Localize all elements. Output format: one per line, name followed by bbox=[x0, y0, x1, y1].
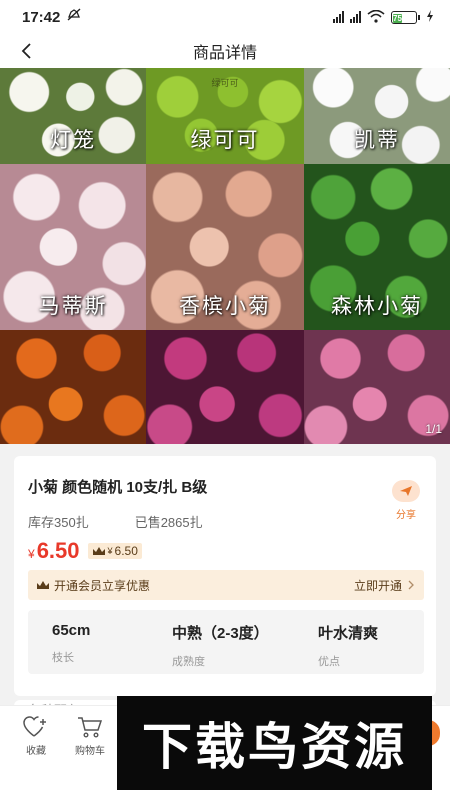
status-bar: 17:42 75 bbox=[0, 0, 450, 34]
battery-icon: 75 bbox=[391, 10, 420, 24]
gallery-tile-forest: 森林小菊 bbox=[304, 164, 450, 330]
hd-signal-icon bbox=[333, 11, 344, 23]
watermark-text: 下载鸟资源 bbox=[142, 718, 407, 776]
crown-icon bbox=[37, 581, 49, 589]
open-membership-link[interactable]: 立即开通 bbox=[354, 577, 414, 594]
gallery-tile-label: 森林小菊 bbox=[331, 294, 423, 318]
gallery-tile-magenta bbox=[146, 330, 304, 444]
mute-icon bbox=[66, 7, 82, 27]
wifi-icon bbox=[367, 9, 385, 25]
cart-button[interactable]: 购物车 bbox=[70, 716, 110, 757]
back-arrow-icon bbox=[21, 43, 31, 59]
attribute-advantage: 叶水清爽 优点 bbox=[278, 610, 424, 674]
watermark-overlay: 下载鸟资源 bbox=[117, 696, 432, 790]
gallery-tile-lantern: 灯笼 bbox=[0, 68, 146, 164]
nav-bar: 商品详情 bbox=[0, 34, 450, 68]
status-time: 17:42 bbox=[22, 8, 61, 26]
attribute-value: 叶水清爽 bbox=[318, 625, 379, 642]
member-banner-text: 开通会员立享优惠 bbox=[54, 578, 151, 593]
share-icon bbox=[392, 480, 420, 502]
gallery-tile-tag: 绿可可 bbox=[211, 78, 239, 88]
gallery-tile-katie: 凯蒂 bbox=[304, 68, 450, 164]
gallery-tile-pink: 1/1 bbox=[304, 330, 450, 444]
gallery-tile-label: 香槟小菊 bbox=[179, 294, 271, 318]
product-attributes: 65cm 枝长 中熟（2-3度） 成熟度 叶水清爽 优点 bbox=[28, 610, 424, 674]
gallery-tile-label: 灯笼 bbox=[50, 128, 96, 152]
hd-signal-icon-2 bbox=[350, 11, 361, 23]
gallery-tile-label: 绿可可 bbox=[190, 128, 260, 152]
attribute-value: 65cm bbox=[52, 622, 91, 639]
cart-label: 购物车 bbox=[75, 746, 105, 757]
cart-icon bbox=[78, 717, 103, 738]
attribute-label: 成熟度 bbox=[172, 656, 205, 668]
page-title: 商品详情 bbox=[192, 45, 257, 62]
crown-icon bbox=[92, 547, 105, 555]
chevron-right-icon bbox=[408, 580, 414, 590]
attribute-label: 枝长 bbox=[52, 652, 74, 664]
price-row: ¥ 6.50 ¥ 6.50 bbox=[28, 538, 142, 564]
favorite-label: 收藏 bbox=[26, 746, 46, 757]
back-button[interactable] bbox=[12, 37, 40, 65]
attribute-stem-length: 65cm 枝长 bbox=[28, 610, 158, 674]
vip-price-value: 6.50 bbox=[114, 544, 138, 558]
attribute-maturity: 中熟（2-3度） 成熟度 bbox=[158, 610, 278, 674]
sold-count: 已售2865扎 bbox=[134, 515, 203, 530]
gallery-tile-label: 马蒂斯 bbox=[38, 294, 108, 318]
open-membership-label: 立即开通 bbox=[353, 578, 402, 593]
price-value: 6.50 bbox=[36, 538, 80, 563]
vip-price-badge: ¥ 6.50 bbox=[87, 543, 142, 559]
product-image-gallery[interactable]: 灯笼 绿可可 绿可可 凯蒂 马蒂斯 香槟小菊 森林小菊 1/1 bbox=[0, 68, 450, 444]
gallery-tile-orange bbox=[0, 330, 146, 444]
member-banner[interactable]: 开通会员立享优惠 立即开通 bbox=[28, 570, 424, 600]
heart-plus-icon bbox=[23, 716, 46, 737]
share-label: 分享 bbox=[396, 510, 416, 521]
stock-count: 库存350扎 bbox=[28, 515, 89, 530]
gallery-tile-green-coco: 绿可可 绿可可 bbox=[146, 68, 304, 164]
gallery-tile-matisse: 马蒂斯 bbox=[0, 164, 146, 330]
product-info-card: 小菊 颜色随机 10支/扎 B级 分享 库存350扎 已售2865扎 ¥ 6.5… bbox=[14, 456, 436, 696]
gallery-tile-label: 凯蒂 bbox=[354, 128, 400, 152]
page-indicator: 1/1 bbox=[425, 422, 442, 436]
gallery-tile-champagne: 香槟小菊 bbox=[146, 164, 304, 330]
attribute-label: 优点 bbox=[318, 656, 340, 668]
product-title: 小菊 颜色随机 10支/扎 B级 bbox=[28, 479, 208, 496]
vip-price-currency: ¥ bbox=[107, 546, 113, 556]
stock-row: 库存350扎 已售2865扎 bbox=[28, 512, 203, 531]
price-currency: ¥ bbox=[28, 547, 35, 561]
attribute-value: 中熟（2-3度） bbox=[172, 625, 269, 642]
charging-icon bbox=[426, 10, 434, 24]
favorite-button[interactable]: 收藏 bbox=[16, 716, 56, 757]
share-button[interactable]: 分享 bbox=[390, 480, 422, 521]
